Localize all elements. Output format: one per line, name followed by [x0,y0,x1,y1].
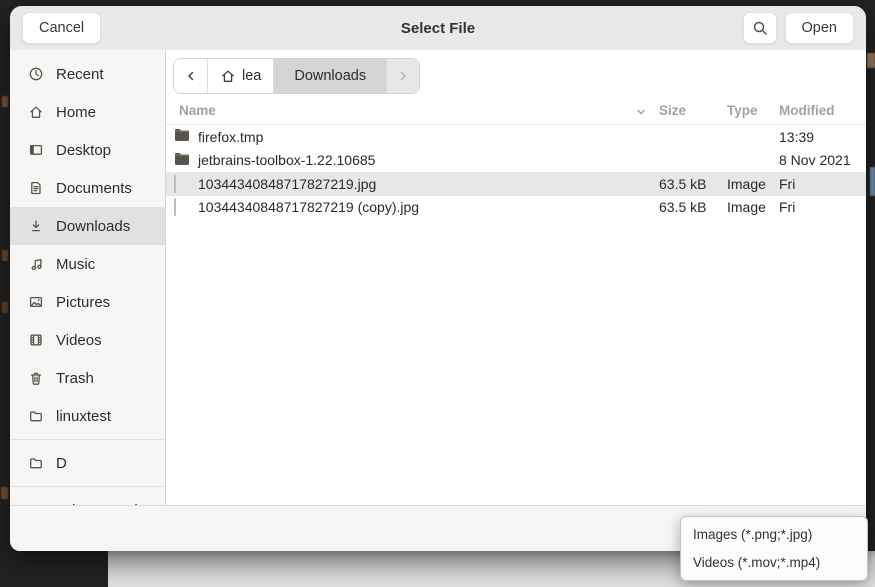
file-row-jpg-copy[interactable]: 10344340848717827219 (copy).jpg 63.5 kB … [166,196,866,220]
file-row-jetbrains-toolbox[interactable]: jetbrains-toolbox-1.22.10685 8 Nov 2021 [166,149,866,173]
image-file-icon [174,176,176,192]
sidebar-item-label: Trash [56,370,94,387]
film-icon [28,332,44,348]
sidebar-item-recent[interactable]: Recent [10,55,165,93]
search-button[interactable] [743,12,777,44]
image-file-icon [174,199,176,215]
dialog-title: Select File [10,20,866,37]
column-header-type[interactable]: Type [727,103,758,118]
chevron-left-icon [184,69,198,83]
clock-icon [28,66,44,82]
underlying-window-artifact [1,487,8,499]
sidebar-item-documents[interactable]: Documents [10,169,165,207]
titlebar: Select File Cancel Open [10,6,866,51]
sidebar-item-downloads[interactable]: Downloads [10,207,165,245]
sidebar-item-label: Desktop [56,142,111,159]
desktop-icon [28,142,44,158]
sidebar-item-label: Downloads [56,218,130,235]
sidebar-item-d[interactable]: D [10,444,165,482]
file-modified: Fri [779,176,795,192]
sidebar-item-label: Home [56,104,96,121]
file-type-filter-popup: Images (*.png;*.jpg) Videos (*.mov;*.mp4… [680,516,868,581]
chevron-down-icon[interactable] [634,105,648,119]
trash-icon [28,370,44,386]
music-icon [28,256,44,272]
file-name: 10344340848717827219.jpg [198,176,376,192]
sidebar-item-linuxtest[interactable]: linuxtest [10,397,165,435]
file-name: firefox.tmp [198,129,263,145]
file-browser-pane: lea Downloads Name Size Type Modified [166,50,866,505]
file-rows: firefox.tmp 13:39 jetbrains-toolbox-1.22… [166,125,866,219]
picture-icon [28,294,44,310]
file-name: 10344340848717827219 (copy).jpg [198,199,419,215]
underlying-window-artifact [2,250,8,261]
path-segment-home[interactable]: lea [207,59,273,93]
file-chooser-dialog: Select File Cancel Open Recent Home [10,6,866,551]
search-icon [752,20,768,36]
column-header-size[interactable]: Size [659,103,686,118]
sidebar-item-label: Music [56,256,95,273]
sidebar-item-other-locations[interactable]: Other Locations [10,491,165,505]
sidebar-item-trash[interactable]: Trash [10,359,165,397]
file-modified: 13:39 [779,129,814,145]
file-modified: Fri [779,199,795,215]
path-segment-downloads[interactable]: Downloads [273,59,386,93]
underlying-window-artifact [867,53,875,68]
column-header-modified[interactable]: Modified [779,103,835,118]
file-row-jpg-selected[interactable]: 10344340848717827219.jpg 63.5 kB Image F… [166,172,866,196]
house-icon [220,68,236,84]
file-row-firefox-tmp[interactable]: firefox.tmp 13:39 [166,125,866,149]
home-icon [28,104,44,120]
sidebar-item-label: Pictures [56,294,110,311]
sidebar-item-label: linuxtest [56,408,111,425]
sidebar-item-home[interactable]: Home [10,93,165,131]
file-modified: 8 Nov 2021 [779,152,851,168]
folder-icon [28,455,44,471]
sidebar-item-label: Recent [56,66,104,83]
sidebar-item-videos[interactable]: Videos [10,321,165,359]
places-sidebar: Recent Home Desktop Documents Downloads … [10,50,166,505]
underlying-window-artifact [2,302,8,313]
folder-file-icon [174,152,190,169]
folder-file-icon [174,128,190,145]
sidebar-separator [10,486,165,487]
file-size: 63.5 kB [659,176,706,192]
sidebar-item-label: Documents [56,180,132,197]
filter-option-images[interactable]: Images (*.png;*.jpg) [681,521,867,549]
open-button[interactable]: Open [785,12,854,44]
chevron-right-icon [396,69,410,83]
path-forward-button[interactable] [386,59,419,93]
file-size: 63.5 kB [659,199,706,215]
cancel-button[interactable]: Cancel [22,12,101,44]
underlying-window-artifact [870,167,875,196]
underlying-window-artifact [2,96,8,107]
path-bar: lea Downloads [173,58,420,94]
file-type: Image [727,176,766,192]
sidebar-item-label: D [56,455,67,472]
path-segment-label: lea [242,68,261,84]
dialog-content: Recent Home Desktop Documents Downloads … [10,50,866,505]
column-header-name[interactable]: Name [179,103,216,118]
sidebar-item-label: Videos [56,332,102,349]
sidebar-item-pictures[interactable]: Pictures [10,283,165,321]
document-icon [28,180,44,196]
sidebar-item-music[interactable]: Music [10,245,165,283]
sidebar-item-desktop[interactable]: Desktop [10,131,165,169]
folder-icon [28,408,44,424]
list-header: Name Size Type Modified [166,100,866,125]
file-name: jetbrains-toolbox-1.22.10685 [198,152,375,168]
sidebar-separator [10,439,165,440]
file-type: Image [727,199,766,215]
download-icon [28,218,44,234]
path-back-button[interactable] [174,59,207,93]
path-segment-label: Downloads [294,68,366,84]
filter-option-videos[interactable]: Videos (*.mov;*.mp4) [681,549,867,577]
